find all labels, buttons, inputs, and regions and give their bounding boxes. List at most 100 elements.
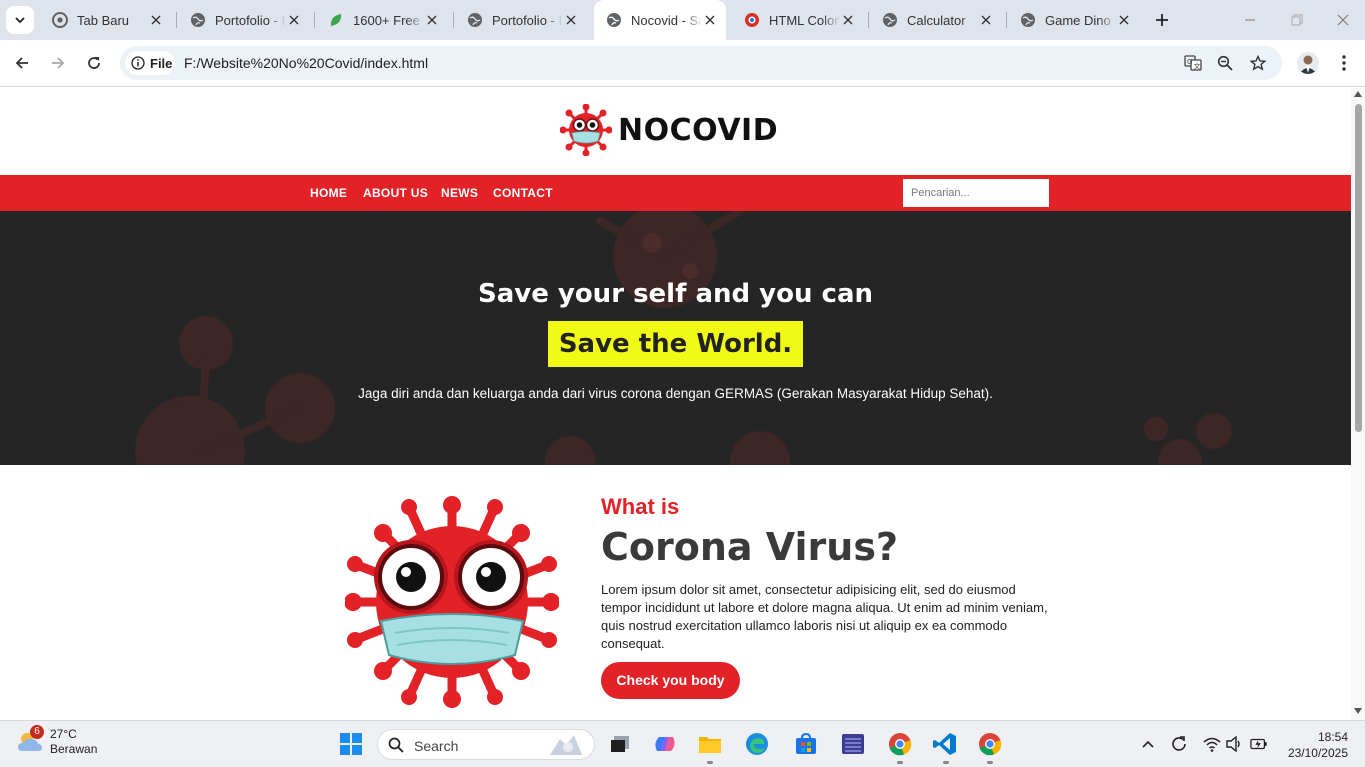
site-info-label: File xyxy=(150,55,173,71)
running-indicator xyxy=(707,761,713,764)
nav-contact[interactable]: CONTACT xyxy=(493,186,553,200)
sync-icon[interactable] xyxy=(1170,735,1188,753)
tab-free-icons[interactable]: 1600+ Free E xyxy=(316,6,448,34)
svg-text:G: G xyxy=(1187,58,1192,66)
chrome-profile-icon[interactable] xyxy=(976,730,1004,758)
close-icon[interactable] xyxy=(1116,12,1132,28)
start-button[interactable] xyxy=(340,733,362,760)
page-viewport: NOCOVID HOME ABOUT US NEWS CONTACT Penca… xyxy=(0,88,1351,720)
running-indicator xyxy=(943,761,949,764)
weather-widget[interactable]: 6 27°C Berawan xyxy=(16,725,97,757)
virus-mascot-illustration xyxy=(345,496,559,708)
close-icon[interactable] xyxy=(702,12,718,28)
about-eyebrow: What is xyxy=(601,494,680,519)
check-body-button[interactable]: Check you body xyxy=(601,662,740,699)
star-icon xyxy=(1250,55,1266,71)
running-indicator xyxy=(897,761,903,764)
clock-date: 23/10/2025 xyxy=(1287,746,1348,760)
back-button[interactable] xyxy=(9,50,35,76)
forward-button[interactable] xyxy=(45,50,71,76)
database-app-icon[interactable] xyxy=(839,730,867,758)
clock-time: 18:54 xyxy=(1317,730,1348,744)
site-header: NOCOVID xyxy=(0,88,1351,175)
tab-html-color[interactable]: HTML Color xyxy=(732,6,864,34)
chevron-down-icon xyxy=(15,17,25,24)
new-tab-button[interactable] xyxy=(1150,8,1174,32)
close-icon[interactable] xyxy=(148,12,164,28)
about-description: Lorem ipsum dolor sit amet, consectetur … xyxy=(601,582,1048,651)
zoom-button[interactable] xyxy=(1215,53,1235,73)
page-scrollbar[interactable] xyxy=(1351,88,1365,720)
system-clock[interactable]: 18:54 23/10/2025 xyxy=(1280,729,1348,761)
nav-home[interactable]: HOME xyxy=(310,186,347,200)
windows-icon xyxy=(340,733,362,755)
globe-icon xyxy=(467,12,483,28)
close-icon[interactable] xyxy=(563,12,579,28)
tab-calculator[interactable]: Calculator xyxy=(870,6,1002,34)
nav-about-us[interactable]: ABOUT US xyxy=(363,186,428,200)
running-indicator xyxy=(987,761,993,764)
tab-strip: Tab Baru Portofolio - I 1600+ Free E Por… xyxy=(0,0,1365,40)
arrow-right-icon xyxy=(52,57,65,69)
chrome-taskbar-icon[interactable] xyxy=(886,730,914,758)
copilot-icon[interactable] xyxy=(651,730,679,758)
close-icon[interactable] xyxy=(424,12,440,28)
plus-icon xyxy=(1156,14,1168,26)
search-icon xyxy=(388,737,404,753)
arrow-left-icon xyxy=(15,57,28,69)
tab-tab-baru[interactable]: Tab Baru xyxy=(40,6,172,34)
tab-game-dino[interactable]: Game Dino F xyxy=(1008,6,1140,34)
volume-icon[interactable] xyxy=(1226,735,1244,753)
scrollbar-thumb[interactable] xyxy=(1355,104,1362,432)
restore-button[interactable] xyxy=(1285,8,1309,32)
wifi-icon[interactable] xyxy=(1203,735,1221,753)
tab-title: Nocovid - Sa xyxy=(631,12,702,28)
profile-avatar[interactable] xyxy=(1297,52,1319,74)
taskbar-search[interactable]: Search xyxy=(377,729,595,760)
browser-menu-button[interactable] xyxy=(1334,52,1354,74)
reload-icon xyxy=(88,57,100,69)
task-view-icon[interactable] xyxy=(606,730,634,758)
reload-button[interactable] xyxy=(81,50,107,76)
globe-icon xyxy=(882,12,898,28)
globe-icon xyxy=(606,12,622,28)
edge-icon[interactable] xyxy=(743,730,771,758)
tab-title: 1600+ Free E xyxy=(353,12,424,28)
tab-search-button[interactable] xyxy=(6,6,34,34)
tab-portofolio-2[interactable]: Portofolio - I xyxy=(455,6,587,34)
translate-button[interactable]: G文 xyxy=(1183,53,1203,73)
scroll-up-icon[interactable] xyxy=(1354,91,1362,97)
translate-icon: G文 xyxy=(1184,55,1202,71)
tab-title: Portofolio - I xyxy=(215,12,286,28)
url-text[interactable]: F:/Website%20No%20Covid/index.html xyxy=(184,55,428,71)
chevron-up-icon[interactable] xyxy=(1139,735,1157,753)
close-icon[interactable] xyxy=(286,12,302,28)
site-logo[interactable]: NOCOVID xyxy=(560,104,778,156)
battery-icon[interactable] xyxy=(1250,735,1268,753)
chrome-icon xyxy=(52,12,68,28)
windows-taskbar: 6 27°C Berawan Search 18:54 23/10/2025 xyxy=(0,720,1365,767)
browser-toolbar: File F:/Website%20No%20Covid/index.html … xyxy=(0,40,1365,87)
close-window-button[interactable] xyxy=(1331,8,1355,32)
bookmark-button[interactable] xyxy=(1248,53,1268,73)
main-navbar: HOME ABOUT US NEWS CONTACT xyxy=(0,175,1351,211)
scroll-down-icon[interactable] xyxy=(1354,708,1362,714)
address-bar[interactable]: File F:/Website%20No%20Covid/index.html … xyxy=(120,46,1282,80)
nav-news[interactable]: NEWS xyxy=(441,186,478,200)
tab-portofolio-1[interactable]: Portofolio - I xyxy=(178,6,310,34)
close-icon[interactable] xyxy=(840,12,856,28)
file-explorer-icon[interactable] xyxy=(696,730,724,758)
search-highlight-icon xyxy=(550,735,582,755)
tab-title: Tab Baru xyxy=(77,12,130,28)
tab-nocovid[interactable]: Nocovid - Sa xyxy=(594,0,726,40)
store-icon[interactable] xyxy=(792,730,820,758)
close-icon[interactable] xyxy=(978,12,994,28)
minimize-button[interactable] xyxy=(1238,8,1262,32)
site-info-chip[interactable]: File xyxy=(125,51,175,75)
hero-section: Save your self and you can Save the Worl… xyxy=(0,211,1351,465)
tab-title: HTML Color xyxy=(769,12,839,28)
site-search-input[interactable] xyxy=(903,179,1049,207)
tab-title: Calculator xyxy=(907,12,966,28)
kebab-menu-icon xyxy=(1342,55,1346,71)
vscode-icon[interactable] xyxy=(931,730,959,758)
